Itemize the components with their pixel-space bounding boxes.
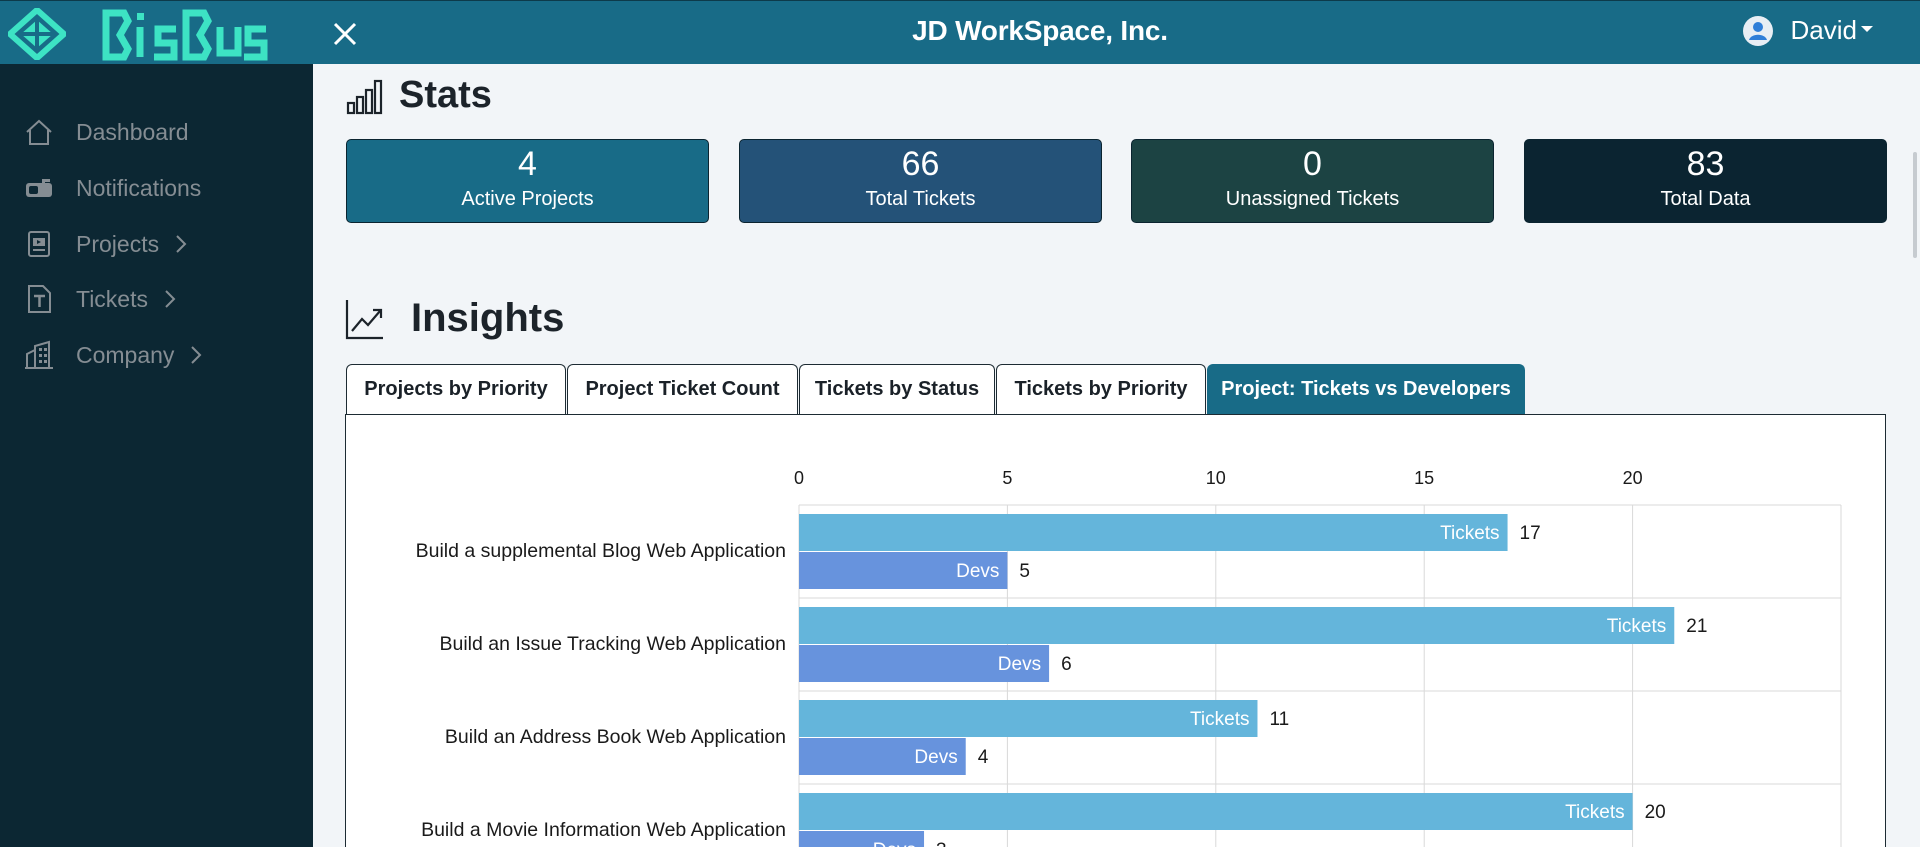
tab-project-tickets-vs-developers[interactable]: Project: Tickets vs Developers	[1207, 364, 1525, 414]
sidebar-item-company[interactable]: Company	[24, 335, 202, 375]
stat-card-active-projects[interactable]: 4 Active Projects	[346, 139, 709, 223]
logo-diamond-icon[interactable]	[8, 8, 66, 60]
x-tick-label: 5	[1002, 468, 1012, 488]
stat-value: 66	[901, 145, 940, 183]
bar-chart-icon	[346, 79, 383, 114]
stat-label: Total Data	[1660, 188, 1751, 210]
tab-project-ticket-count[interactable]: Project Ticket Count	[567, 364, 798, 414]
bar-series-label: Devs	[956, 561, 999, 582]
sidebar-item-label: Notifications	[76, 174, 202, 201]
tab-projects-by-priority[interactable]: Projects by Priority	[346, 364, 566, 414]
buildings-icon	[24, 340, 54, 370]
company-title: JD WorkSpace, Inc.	[912, 15, 1168, 46]
stat-value: 4	[518, 145, 537, 183]
page-scrollbar[interactable]	[1910, 64, 1920, 847]
category-label: Build an Address Book Web Application	[445, 726, 786, 748]
bar-series-label: Devs	[873, 840, 916, 847]
stat-value: 0	[1303, 145, 1322, 183]
x-tick-label: 15	[1414, 468, 1434, 488]
bar-series-label: Tickets	[1607, 616, 1666, 637]
chevron-right-icon	[164, 289, 176, 309]
tickets-vs-developers-chart: 0 5 10 15 20 Build a supplemental Blog Web Ap…	[416, 468, 1842, 847]
stat-card-total-data[interactable]: 83 Total Data	[1524, 139, 1887, 223]
sidebar-item-label: Dashboard	[76, 118, 189, 145]
bar-series-label: Tickets	[1565, 802, 1624, 823]
bar-series-label: Devs	[914, 747, 957, 768]
stat-card-total-tickets[interactable]: 66 Total Tickets	[739, 139, 1102, 223]
sidebar-item-dashboard[interactable]: Dashboard	[24, 112, 189, 152]
category-label: Build a supplemental Blog Web Applicatio…	[416, 540, 786, 562]
user-menu-dropdown[interactable]: David	[1742, 15, 1873, 46]
bar-value-label: 4	[978, 747, 989, 768]
chevron-down-icon	[1861, 25, 1873, 32]
tab-tickets-by-priority[interactable]: Tickets by Priority	[996, 364, 1206, 414]
bar-value-label: 20	[1645, 802, 1666, 823]
stat-value: 83	[1686, 145, 1725, 183]
x-tick-label: 10	[1206, 468, 1226, 488]
home-icon	[24, 117, 54, 147]
close-icon	[333, 22, 357, 46]
insights-header: Insights	[345, 296, 564, 341]
sidebar-item-label: Projects	[76, 230, 160, 257]
sidebar: Dashboard Notifications Projects Tickets…	[0, 64, 313, 847]
sidebar-item-projects[interactable]: Projects	[24, 224, 187, 264]
bar-tickets	[799, 700, 1258, 737]
stat-label: Unassigned Tickets	[1225, 188, 1400, 210]
logo-wordmark	[102, 9, 268, 61]
bar-value-label: 3	[936, 840, 947, 847]
user-name: David	[1790, 15, 1857, 45]
insights-title: Insights	[411, 296, 565, 340]
chevron-right-icon	[175, 234, 187, 254]
close-sidebar-button[interactable]	[328, 17, 362, 51]
stat-label: Total Tickets	[865, 188, 976, 210]
insights-chart-panel: 0 5 10 15 20 Build a supplemental Blog Web Ap…	[345, 414, 1886, 847]
sidebar-item-tickets[interactable]: Tickets	[24, 279, 176, 319]
bar-tickets	[799, 793, 1633, 830]
sidebar-item-notifications[interactable]: Notifications	[24, 168, 201, 208]
category-label: Build a Movie Information Web Applicatio…	[421, 819, 786, 841]
bar-value-label: 21	[1686, 616, 1707, 637]
scrollbar-thumb[interactable]	[1913, 152, 1917, 258]
sidebar-item-label: Company	[76, 341, 175, 368]
user-avatar-icon	[1742, 15, 1773, 46]
bar-series-label: Tickets	[1440, 523, 1499, 544]
sidebar-item-label: Tickets	[76, 285, 148, 312]
x-tick-label: 20	[1623, 468, 1643, 488]
trending-up-icon	[345, 299, 383, 339]
x-tick-label: 0	[794, 468, 804, 488]
bar-series-label: Tickets	[1190, 709, 1249, 730]
presentation-icon	[24, 229, 54, 259]
bar-tickets	[799, 514, 1508, 551]
ticket-file-icon	[24, 284, 54, 314]
bar-value-label: 11	[1269, 709, 1289, 730]
bar-series-label: Devs	[998, 654, 1041, 675]
tab-tickets-by-status[interactable]: Tickets by Status	[799, 364, 995, 414]
stats-header: Stats	[345, 74, 492, 117]
mailbox-icon	[24, 173, 54, 203]
stat-card-unassigned-tickets[interactable]: 0 Unassigned Tickets	[1131, 139, 1494, 223]
bar-value-label: 5	[1019, 561, 1030, 582]
bar-tickets	[799, 607, 1675, 644]
bar-value-label: 17	[1520, 523, 1541, 544]
top-bar: JD WorkSpace, Inc. David	[0, 0, 1920, 64]
stat-label: Active Projects	[461, 188, 594, 210]
category-label: Build an Issue Tracking Web Application	[439, 633, 786, 655]
stats-title: Stats	[399, 74, 492, 116]
chevron-right-icon	[190, 345, 202, 365]
bar-value-label: 6	[1061, 654, 1072, 675]
